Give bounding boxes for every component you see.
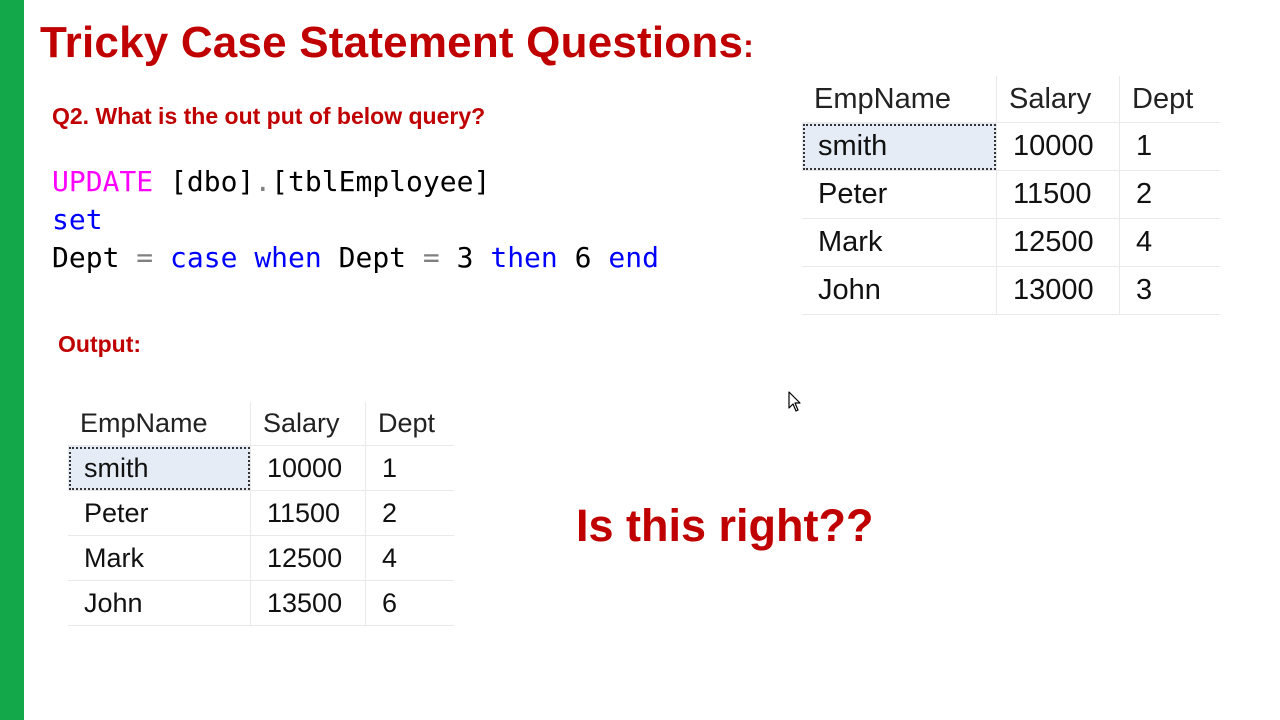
column-header-salary[interactable]: Salary — [250, 402, 366, 446]
grid-cell[interactable]: 6 — [365, 580, 454, 626]
grid-cell[interactable]: 4 — [365, 535, 454, 581]
grid-cell[interactable]: 10000 — [996, 122, 1120, 171]
table-row: John 13000 3 — [802, 266, 1220, 315]
case-keyword: case — [170, 241, 238, 274]
grid-cell[interactable]: 13500 — [250, 580, 366, 626]
grid-cell[interactable]: Peter — [802, 170, 997, 219]
grid-cell[interactable]: 12500 — [996, 218, 1120, 267]
grid-cell[interactable]: 13000 — [996, 266, 1120, 315]
grid-cell[interactable]: Mark — [802, 218, 997, 267]
slide-title: Tricky Case Statement Questions: — [40, 18, 754, 68]
grid-cell[interactable]: John — [802, 266, 997, 315]
grid-cell[interactable]: 1 — [365, 445, 454, 491]
input-results-grid: EmpName Salary Dept smith 10000 1 Peter … — [802, 76, 1220, 315]
grid-cell[interactable]: 11500 — [996, 170, 1120, 219]
column-header-empname[interactable]: EmpName — [802, 76, 997, 123]
slide-title-text: Tricky Case Statement Questions — [40, 18, 744, 67]
grid-header-row: EmpName Salary Dept — [802, 76, 1220, 123]
end-keyword: end — [608, 241, 659, 274]
question-text: Q2. What is the out put of below query? — [52, 103, 486, 129]
equals-operator: = — [136, 241, 154, 274]
grid-cell[interactable]: 4 — [1119, 218, 1220, 267]
table-row: Mark 12500 4 — [802, 218, 1220, 267]
set-keyword: set — [52, 203, 103, 236]
code-token: Dept — [321, 241, 423, 274]
table-row: smith 10000 1 — [68, 445, 454, 491]
is-this-right-text: Is this right?? — [576, 500, 874, 551]
table-row: Peter 11500 2 — [68, 490, 454, 536]
column-header-salary[interactable]: Salary — [996, 76, 1120, 123]
code-dot: . — [254, 165, 272, 198]
grid-cell-selected[interactable]: smith — [802, 122, 997, 171]
code-line-1: UPDATE [dbo].[tblEmployee] — [52, 163, 659, 201]
grid-cell[interactable]: 1 — [1119, 122, 1220, 171]
grid-cell[interactable]: Mark — [68, 535, 251, 581]
slide-title-colon: : — [743, 28, 754, 64]
sql-code-block: UPDATE [dbo].[tblEmployee] set Dept = case… — [52, 163, 659, 277]
code-token: [tblEmployee] — [271, 165, 491, 198]
code-line-3: Dept = case when Dept = 3 then 6 end — [52, 239, 659, 277]
grid-cell[interactable]: 11500 — [250, 490, 366, 536]
grid-cell-selected[interactable]: smith — [68, 445, 251, 491]
code-token: [dbo] — [153, 165, 255, 198]
grid-cell[interactable]: 2 — [365, 490, 454, 536]
output-label: Output: — [58, 331, 142, 357]
grid-cell[interactable]: John — [68, 580, 251, 626]
grid-cell[interactable]: 2 — [1119, 170, 1220, 219]
table-row: Peter 11500 2 — [802, 170, 1220, 219]
then-keyword: then — [490, 241, 558, 274]
when-keyword: when — [254, 241, 322, 274]
column-header-dept[interactable]: Dept — [365, 402, 454, 446]
grid-cell[interactable]: Peter — [68, 490, 251, 536]
grid-header-row: EmpName Salary Dept — [68, 402, 454, 446]
mouse-cursor-icon — [788, 391, 801, 412]
code-token: 6 — [557, 241, 609, 274]
update-keyword: UPDATE — [52, 165, 154, 198]
output-results-grid: EmpName Salary Dept smith 10000 1 Peter … — [68, 402, 454, 626]
code-token: Dept — [52, 241, 137, 274]
equals-operator: = — [422, 241, 440, 274]
accent-bar — [0, 0, 24, 720]
grid-cell[interactable]: 12500 — [250, 535, 366, 581]
table-row: smith 10000 1 — [802, 122, 1220, 171]
grid-cell[interactable]: 3 — [1119, 266, 1220, 315]
column-header-dept[interactable]: Dept — [1119, 76, 1220, 123]
table-row: Mark 12500 4 — [68, 535, 454, 581]
table-row: John 13500 6 — [68, 580, 454, 626]
code-token: 3 — [439, 241, 491, 274]
code-line-2: set — [52, 201, 659, 239]
column-header-empname[interactable]: EmpName — [68, 402, 251, 446]
grid-cell[interactable]: 10000 — [250, 445, 366, 491]
